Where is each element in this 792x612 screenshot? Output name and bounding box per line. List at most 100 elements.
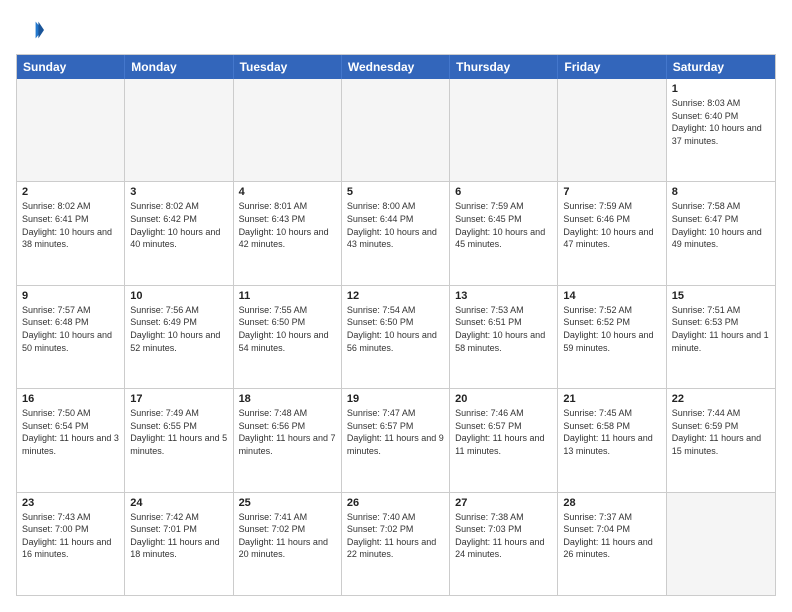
day-info: Sunrise: 7:43 AM Sunset: 7:00 PM Dayligh… bbox=[22, 511, 119, 561]
day-number: 12 bbox=[347, 290, 444, 302]
day-info: Sunrise: 7:59 AM Sunset: 6:46 PM Dayligh… bbox=[563, 200, 660, 250]
day-info: Sunrise: 7:48 AM Sunset: 6:56 PM Dayligh… bbox=[239, 407, 336, 457]
day-info: Sunrise: 7:45 AM Sunset: 6:58 PM Dayligh… bbox=[563, 407, 660, 457]
empty-cell-r0c1 bbox=[125, 79, 233, 181]
calendar-row-0: 1 Sunrise: 8:03 AM Sunset: 6:40 PM Daylig… bbox=[17, 79, 775, 182]
day-number: 19 bbox=[347, 393, 444, 405]
day-number: 15 bbox=[672, 290, 770, 302]
day-number: 13 bbox=[455, 290, 552, 302]
day-cell-10: 10Sunrise: 7:56 AM Sunset: 6:49 PM Dayli… bbox=[125, 286, 233, 388]
calendar-body: 1 Sunrise: 8:03 AM Sunset: 6:40 PM Daylig… bbox=[17, 79, 775, 595]
day-cell-14: 14 Sunrise: 7:52 AM Sunset: 6:52 PM Dayli… bbox=[558, 286, 666, 388]
day-number: 14 bbox=[563, 290, 660, 302]
calendar-header: SundayMondayTuesdayWednesdayThursdayFrid… bbox=[17, 55, 775, 79]
day-cell-13: 13 Sunrise: 7:53 AM Sunset: 6:51 PM Dayli… bbox=[450, 286, 558, 388]
day-number: 18 bbox=[239, 393, 336, 405]
day-cell-20: 20 Sunrise: 7:46 AM Sunset: 6:57 PM Dayli… bbox=[450, 389, 558, 491]
calendar-row-3: 16 Sunrise: 7:50 AM Sunset: 6:54 PM Dayli… bbox=[17, 389, 775, 492]
empty-cell-r0c5 bbox=[558, 79, 666, 181]
day-cell-26: 26Sunrise: 7:40 AM Sunset: 7:02 PM Dayli… bbox=[342, 493, 450, 595]
day-number: 24 bbox=[130, 497, 227, 509]
day-cell-8: 8 Sunrise: 7:58 AM Sunset: 6:47 PM Daylig… bbox=[667, 182, 775, 284]
page: SundayMondayTuesdayWednesdayThursdayFrid… bbox=[0, 0, 792, 612]
day-info: Sunrise: 7:44 AM Sunset: 6:59 PM Dayligh… bbox=[672, 407, 770, 457]
day-info: Sunrise: 8:00 AM Sunset: 6:44 PM Dayligh… bbox=[347, 200, 444, 250]
day-number: 5 bbox=[347, 186, 444, 198]
day-info: Sunrise: 7:50 AM Sunset: 6:54 PM Dayligh… bbox=[22, 407, 119, 457]
day-info: Sunrise: 7:46 AM Sunset: 6:57 PM Dayligh… bbox=[455, 407, 552, 457]
day-cell-15: 15 Sunrise: 7:51 AM Sunset: 6:53 PM Dayli… bbox=[667, 286, 775, 388]
day-cell-1: 1 Sunrise: 8:03 AM Sunset: 6:40 PM Daylig… bbox=[667, 79, 775, 181]
day-info: Sunrise: 8:02 AM Sunset: 6:41 PM Dayligh… bbox=[22, 200, 119, 250]
weekday-header-monday: Monday bbox=[125, 55, 233, 79]
day-info: Sunrise: 7:57 AM Sunset: 6:48 PM Dayligh… bbox=[22, 304, 119, 354]
weekday-header-tuesday: Tuesday bbox=[234, 55, 342, 79]
day-number: 3 bbox=[130, 186, 227, 198]
empty-cell-r0c4 bbox=[450, 79, 558, 181]
day-info: Sunrise: 7:58 AM Sunset: 6:47 PM Dayligh… bbox=[672, 200, 770, 250]
day-info: Sunrise: 7:37 AM Sunset: 7:04 PM Dayligh… bbox=[563, 511, 660, 561]
weekday-header-wednesday: Wednesday bbox=[342, 55, 450, 79]
day-cell-22: 22 Sunrise: 7:44 AM Sunset: 6:59 PM Dayli… bbox=[667, 389, 775, 491]
weekday-header-thursday: Thursday bbox=[450, 55, 558, 79]
day-cell-27: 27Sunrise: 7:38 AM Sunset: 7:03 PM Dayli… bbox=[450, 493, 558, 595]
day-info: Sunrise: 7:51 AM Sunset: 6:53 PM Dayligh… bbox=[672, 304, 770, 354]
day-number: 17 bbox=[130, 393, 227, 405]
day-number: 21 bbox=[563, 393, 660, 405]
day-info: Sunrise: 7:55 AM Sunset: 6:50 PM Dayligh… bbox=[239, 304, 336, 354]
day-cell-4: 4 Sunrise: 8:01 AM Sunset: 6:43 PM Daylig… bbox=[234, 182, 342, 284]
day-number: 11 bbox=[239, 290, 336, 302]
day-info: Sunrise: 7:59 AM Sunset: 6:45 PM Dayligh… bbox=[455, 200, 552, 250]
day-number: 16 bbox=[22, 393, 119, 405]
day-info: Sunrise: 8:01 AM Sunset: 6:43 PM Dayligh… bbox=[239, 200, 336, 250]
day-cell-24: 24Sunrise: 7:42 AM Sunset: 7:01 PM Dayli… bbox=[125, 493, 233, 595]
day-info: Sunrise: 7:47 AM Sunset: 6:57 PM Dayligh… bbox=[347, 407, 444, 457]
logo-icon bbox=[16, 16, 44, 44]
empty-cell-r0c3 bbox=[342, 79, 450, 181]
day-cell-9: 9 Sunrise: 7:57 AM Sunset: 6:48 PM Daylig… bbox=[17, 286, 125, 388]
header bbox=[16, 16, 776, 44]
empty-cell-r0c2 bbox=[234, 79, 342, 181]
day-number: 26 bbox=[347, 497, 444, 509]
day-cell-17: 17 Sunrise: 7:49 AM Sunset: 6:55 PM Dayli… bbox=[125, 389, 233, 491]
weekday-header-saturday: Saturday bbox=[667, 55, 775, 79]
day-number: 8 bbox=[672, 186, 770, 198]
day-number: 20 bbox=[455, 393, 552, 405]
day-info: Sunrise: 7:56 AM Sunset: 6:49 PM Dayligh… bbox=[130, 304, 227, 354]
day-cell-21: 21 Sunrise: 7:45 AM Sunset: 6:58 PM Dayli… bbox=[558, 389, 666, 491]
empty-cell-r0c0 bbox=[17, 79, 125, 181]
day-cell-11: 11 Sunrise: 7:55 AM Sunset: 6:50 PM Dayli… bbox=[234, 286, 342, 388]
day-cell-6: 6 Sunrise: 7:59 AM Sunset: 6:45 PM Daylig… bbox=[450, 182, 558, 284]
calendar-row-1: 2 Sunrise: 8:02 AM Sunset: 6:41 PM Daylig… bbox=[17, 182, 775, 285]
day-info: Sunrise: 7:49 AM Sunset: 6:55 PM Dayligh… bbox=[130, 407, 227, 457]
weekday-header-sunday: Sunday bbox=[17, 55, 125, 79]
day-number: 4 bbox=[239, 186, 336, 198]
day-info: Sunrise: 8:02 AM Sunset: 6:42 PM Dayligh… bbox=[130, 200, 227, 250]
day-number: 28 bbox=[563, 497, 660, 509]
logo bbox=[16, 16, 48, 44]
calendar-row-4: 23Sunrise: 7:43 AM Sunset: 7:00 PM Dayli… bbox=[17, 493, 775, 595]
calendar-row-2: 9 Sunrise: 7:57 AM Sunset: 6:48 PM Daylig… bbox=[17, 286, 775, 389]
day-number: 1 bbox=[672, 83, 770, 95]
day-number: 7 bbox=[563, 186, 660, 198]
day-cell-16: 16 Sunrise: 7:50 AM Sunset: 6:54 PM Dayli… bbox=[17, 389, 125, 491]
day-cell-2: 2 Sunrise: 8:02 AM Sunset: 6:41 PM Daylig… bbox=[17, 182, 125, 284]
day-info: Sunrise: 8:03 AM Sunset: 6:40 PM Dayligh… bbox=[672, 97, 770, 147]
day-cell-28: 28 Sunrise: 7:37 AM Sunset: 7:04 PM Dayli… bbox=[558, 493, 666, 595]
day-cell-7: 7 Sunrise: 7:59 AM Sunset: 6:46 PM Daylig… bbox=[558, 182, 666, 284]
day-number: 6 bbox=[455, 186, 552, 198]
calendar: SundayMondayTuesdayWednesdayThursdayFrid… bbox=[16, 54, 776, 596]
day-info: Sunrise: 7:53 AM Sunset: 6:51 PM Dayligh… bbox=[455, 304, 552, 354]
day-info: Sunrise: 7:54 AM Sunset: 6:50 PM Dayligh… bbox=[347, 304, 444, 354]
day-number: 2 bbox=[22, 186, 119, 198]
day-cell-3: 3 Sunrise: 8:02 AM Sunset: 6:42 PM Daylig… bbox=[125, 182, 233, 284]
day-info: Sunrise: 7:41 AM Sunset: 7:02 PM Dayligh… bbox=[239, 511, 336, 561]
day-number: 22 bbox=[672, 393, 770, 405]
day-info: Sunrise: 7:52 AM Sunset: 6:52 PM Dayligh… bbox=[563, 304, 660, 354]
day-cell-18: 18 Sunrise: 7:48 AM Sunset: 6:56 PM Dayli… bbox=[234, 389, 342, 491]
day-number: 25 bbox=[239, 497, 336, 509]
day-cell-5: 5 Sunrise: 8:00 AM Sunset: 6:44 PM Daylig… bbox=[342, 182, 450, 284]
empty-cell-r4c6 bbox=[667, 493, 775, 595]
day-number: 9 bbox=[22, 290, 119, 302]
day-cell-23: 23Sunrise: 7:43 AM Sunset: 7:00 PM Dayli… bbox=[17, 493, 125, 595]
